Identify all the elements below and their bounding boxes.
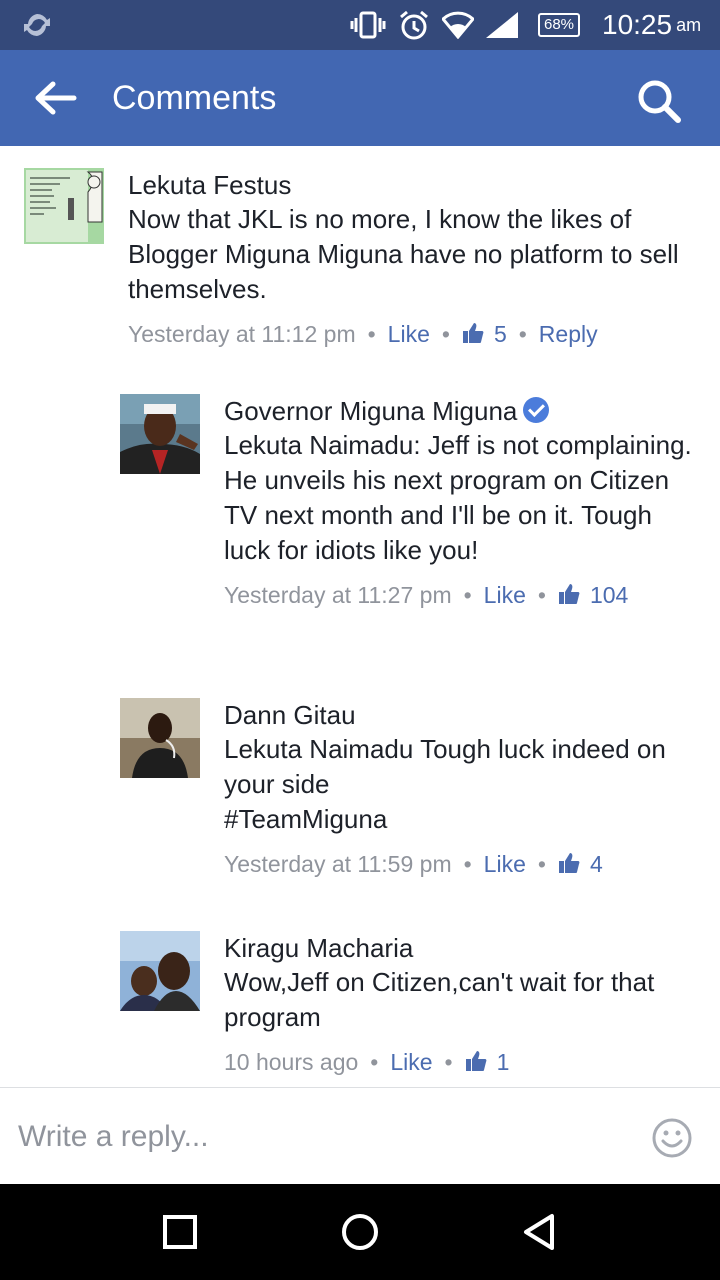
smiley-icon [652, 1118, 692, 1158]
like-count-value: 104 [589, 582, 629, 608]
comment-list[interactable]: Lekuta Festus Now that JKL is no more, I… [0, 146, 720, 1086]
comment-meta: Yesterday at 11:27 pm • Like • 104 [224, 580, 704, 610]
battery-icon: 68% [538, 0, 581, 50]
like-count-value: 4 [589, 851, 603, 877]
search-icon [638, 80, 681, 123]
clock: 10:25 am [602, 0, 701, 50]
thumbs-up-icon [558, 853, 580, 873]
reply-bar: Write a reply... [0, 1087, 720, 1185]
comment-author[interactable]: Dann Gitau [224, 698, 704, 732]
clock-ampm: am [676, 14, 702, 35]
comment-hashtag[interactable]: #TeamMiguna [224, 802, 704, 837]
search-button[interactable] [636, 78, 684, 129]
page-title: Comments [112, 79, 277, 117]
comment-meta: Yesterday at 11:59 pm • Like • 4 [224, 849, 704, 879]
thumbs-up-icon [465, 1051, 487, 1071]
like-count[interactable]: 4 [558, 851, 603, 877]
clock-time: 10:25 [602, 9, 673, 40]
separator-dot: • [518, 321, 527, 347]
sync-icon [22, 0, 52, 50]
app-bar: Comments [0, 50, 720, 146]
comment-author[interactable]: Governor Miguna Miguna [224, 394, 704, 428]
avatar[interactable] [120, 931, 200, 1011]
recents-button[interactable] [156, 1208, 204, 1256]
separator-dot: • [367, 321, 376, 347]
avatar[interactable] [24, 168, 104, 244]
like-count[interactable]: 1 [465, 1049, 510, 1075]
like-button[interactable]: Like [390, 1049, 432, 1075]
comment-timestamp: Yesterday at 11:12 pm [128, 321, 356, 347]
reply-button[interactable]: Reply [539, 321, 598, 347]
like-count[interactable]: 104 [558, 582, 628, 608]
comment-text: Now that JKL is no more, I know the like… [128, 204, 679, 304]
home-circle-icon [342, 1214, 378, 1250]
avatar[interactable] [120, 698, 200, 778]
wifi-icon [442, 0, 474, 50]
comment-author[interactable]: Lekuta Festus [128, 168, 708, 202]
separator-dot: • [444, 1049, 453, 1075]
verified-badge-icon [523, 397, 550, 423]
like-count-value: 1 [496, 1049, 510, 1075]
separator-dot: • [370, 1049, 379, 1075]
separator-dot: • [463, 851, 472, 877]
like-button[interactable]: Like [484, 851, 526, 877]
system-back-button[interactable] [516, 1208, 564, 1256]
comment-meta: Yesterday at 11:12 pm • Like • 5 • Reply [128, 319, 708, 349]
comment-timestamp: 10 hours ago [224, 1049, 359, 1075]
back-button[interactable] [30, 78, 80, 118]
status-bar: 68% 10:25 am [0, 0, 720, 50]
thumbs-up-icon [462, 323, 484, 343]
navigation-bar [0, 1184, 720, 1280]
comment-text: Wow,Jeff on Citizen,can't wait for that … [224, 967, 655, 1032]
comment-text-line: Lekuta Naimadu Tough luck indeed on your… [224, 734, 666, 799]
separator-dot: • [463, 582, 472, 608]
like-button[interactable]: Like [388, 321, 430, 347]
like-count-value: 5 [493, 321, 507, 347]
comment-timestamp: Yesterday at 11:59 pm [224, 851, 452, 877]
comment-author-name: Governor Miguna Miguna [224, 396, 518, 426]
separator-dot: • [537, 582, 546, 608]
thumbs-up-icon [558, 584, 580, 604]
comment-timestamp: Yesterday at 11:27 pm [224, 582, 452, 608]
emoji-button[interactable] [651, 1117, 693, 1164]
arrow-left-icon [35, 81, 77, 115]
avatar[interactable] [120, 394, 200, 474]
alarm-icon [398, 0, 430, 50]
signal-icon [484, 0, 520, 50]
battery-level: 68% [538, 13, 581, 37]
back-triangle-icon [524, 1214, 554, 1250]
recents-square-icon [163, 1215, 197, 1249]
comment-text: Lekuta Naimadu: Jeff is not complaining.… [224, 430, 692, 565]
like-count[interactable]: 5 [462, 321, 507, 347]
home-button[interactable] [336, 1208, 384, 1256]
reply-input[interactable]: Write a reply... [18, 1088, 209, 1185]
separator-dot: • [441, 321, 450, 347]
comment-author[interactable]: Kiragu Macharia [224, 931, 704, 965]
comment-meta: 10 hours ago • Like • 1 [224, 1047, 704, 1077]
like-button[interactable]: Like [484, 582, 526, 608]
vibrate-icon [350, 0, 386, 50]
separator-dot: • [537, 851, 546, 877]
